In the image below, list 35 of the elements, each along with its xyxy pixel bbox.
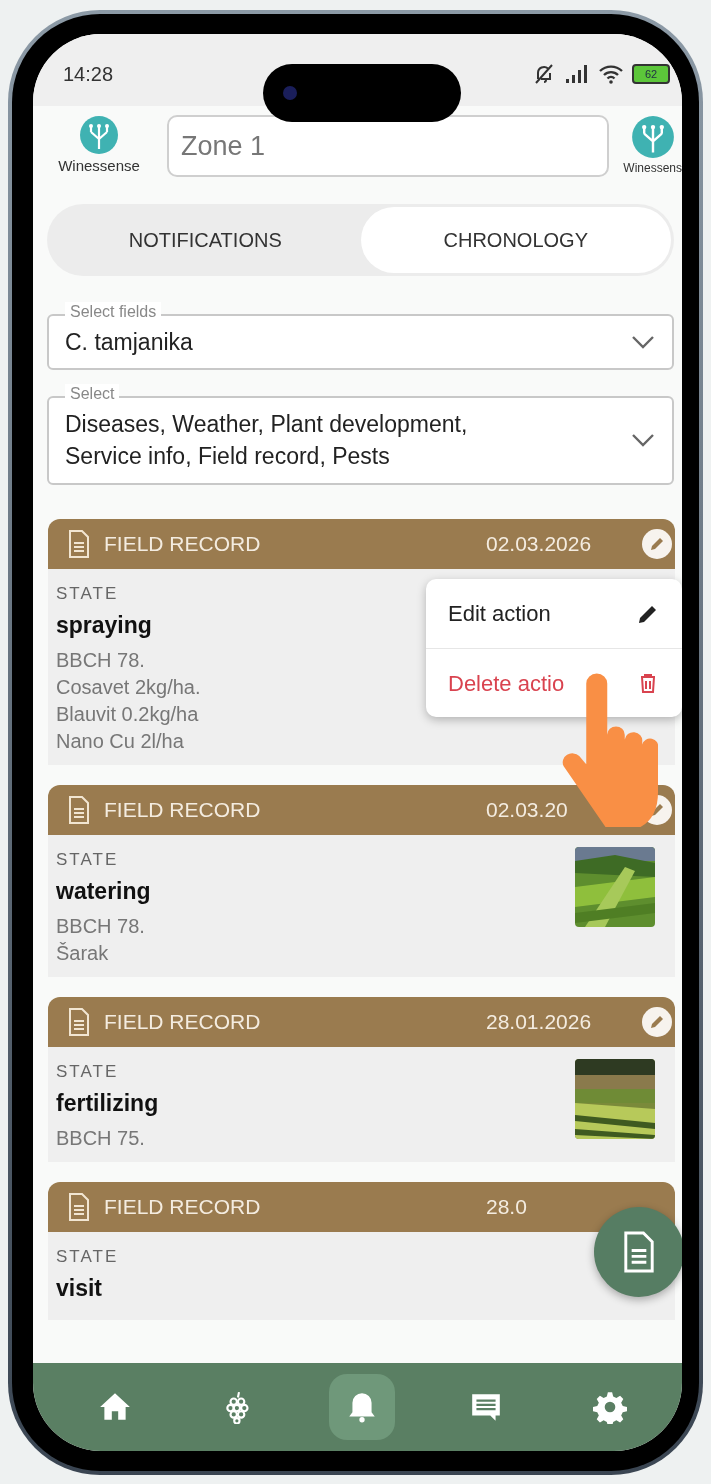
select-field[interactable]: Select fields C. tamjanika: [47, 302, 674, 371]
zone-field[interactable]: Zone 1: [167, 115, 610, 177]
record-date: 02.03.20: [486, 796, 569, 823]
state-label: STATE: [56, 1060, 119, 1083]
detail-text: BBCH 78.: [56, 913, 145, 939]
logo-text: Winessense: [58, 155, 140, 176]
state-label: STATE: [56, 1245, 119, 1268]
record-date: 02.03.2026: [486, 530, 593, 557]
state-value: fertilizing: [56, 1089, 159, 1119]
logo-text: Winessens: [623, 160, 682, 177]
tab[interactable]: NOTIFICATIONS: [50, 207, 361, 273]
record-date: 28.01.2026: [486, 1008, 593, 1035]
state-value: visit: [56, 1274, 103, 1304]
detail-text: Blauvit 0.2kg/ha: [56, 701, 199, 727]
battery-indicator: 62: [632, 64, 670, 84]
detail-text: BBCH 75.: [56, 1125, 145, 1151]
state-value: spraying: [56, 611, 152, 641]
field-value: Diseases, Weather, Plant development, Service info, Field record, Pests: [65, 410, 469, 472]
tab[interactable]: CHRONOLOGY: [360, 207, 671, 273]
time-text: 14:28: [63, 62, 114, 87]
detail-text: Cosavet 2kg/ha.: [56, 674, 201, 700]
record-type: FIELD RECORD: [104, 530, 262, 557]
detail-text: Šarak: [56, 940, 109, 966]
field-value: C. tamjanika: [65, 328, 194, 357]
edit-action-item[interactable]: Edit action: [426, 579, 682, 648]
record-type: FIELD RECORD: [104, 1193, 262, 1220]
detail-text: BBCH 78.: [56, 647, 145, 673]
record-type: FIELD RECORD: [104, 1008, 262, 1035]
detail-text: Nano Cu 2l/ha: [56, 728, 184, 754]
record-type: FIELD RECORD: [104, 796, 262, 823]
state-value: watering: [56, 877, 151, 907]
record-date: 28.0: [486, 1193, 528, 1220]
state-label: STATE: [56, 582, 119, 605]
state-label: STATE: [56, 848, 119, 871]
select-field[interactable]: Select Diseases, Weather, Plant development, Service info, Field record, Pests: [47, 384, 674, 485]
